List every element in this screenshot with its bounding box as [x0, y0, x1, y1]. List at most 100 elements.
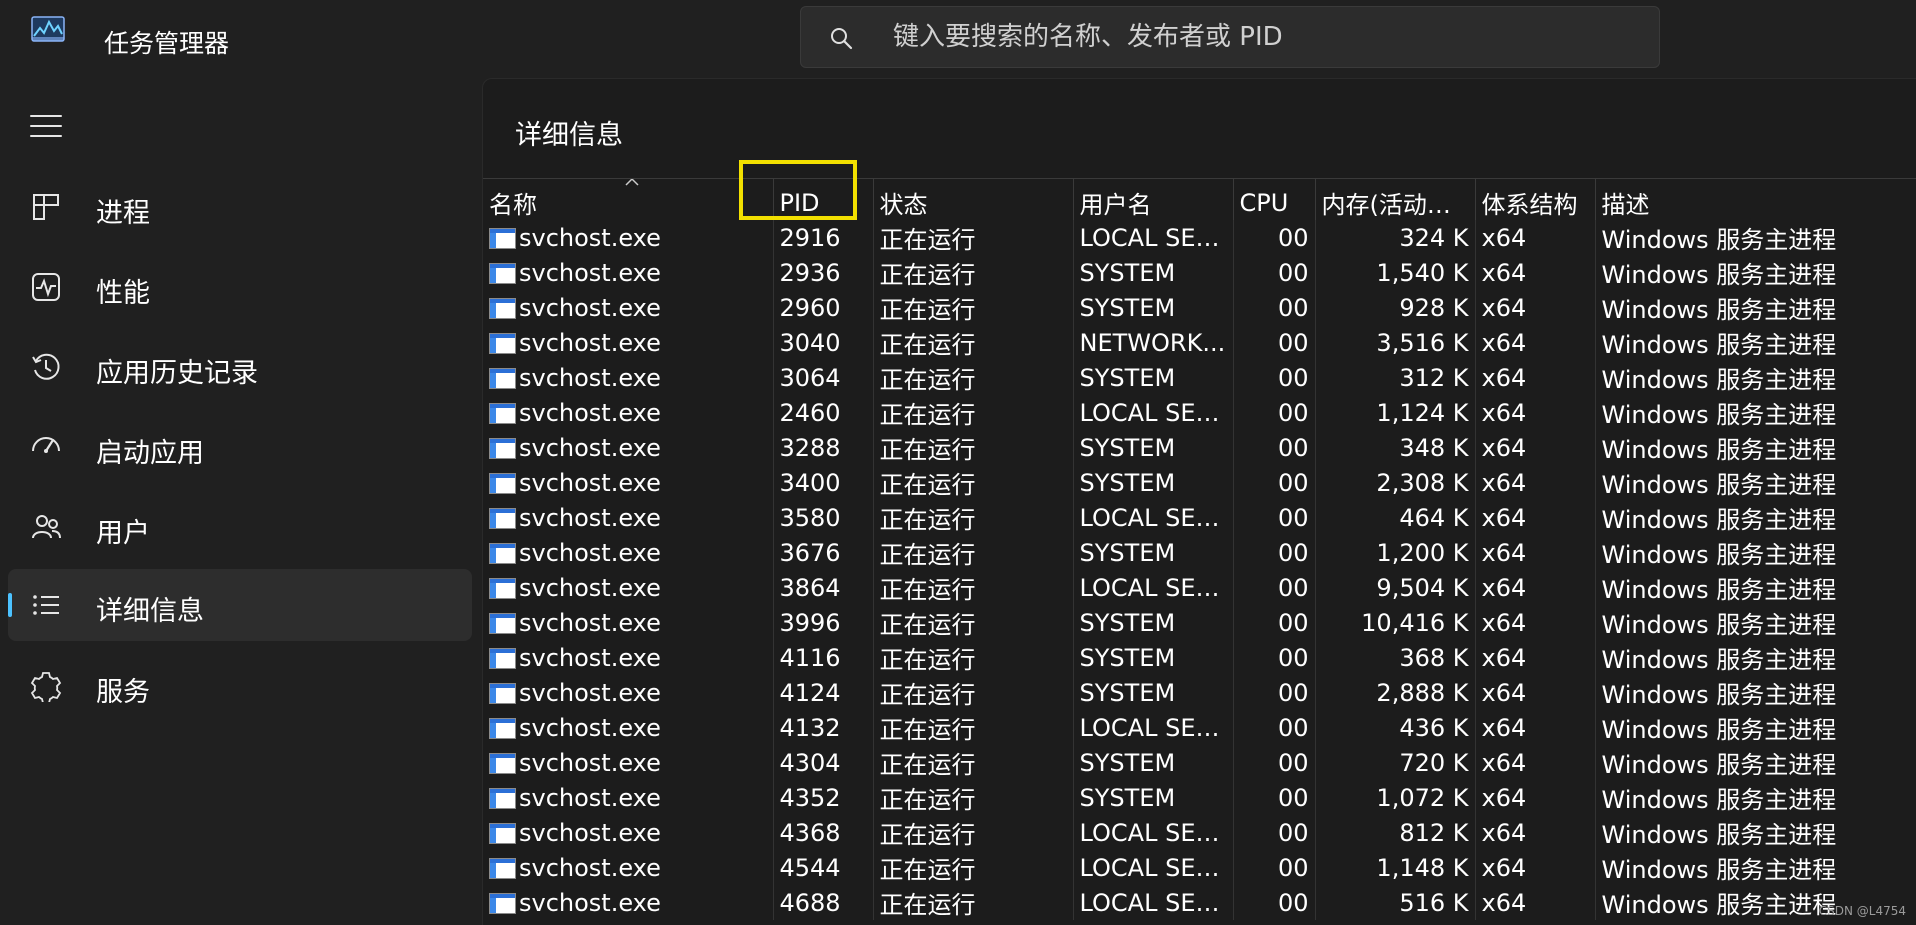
process-window-icon [489, 822, 516, 844]
column-header-pid[interactable]: PID [772, 178, 873, 220]
cell-description: Windows 服务主进程 [1594, 465, 1916, 500]
sidebar-item-services[interactable]: 服务 [8, 650, 472, 722]
table-row[interactable]: svchost.exe 2960 正在运行 SYSTEM 00 928 Kx64 Windo… [483, 290, 1916, 325]
column-header-cpu[interactable]: CPU [1232, 178, 1315, 220]
table-row[interactable]: svchost.exe 2916 正在运行 LOCAL SER... 00 324 Kx6… [483, 220, 1916, 255]
table-row[interactable]: svchost.exe 2460 正在运行 LOCAL SER... 00 1,124 K… [483, 395, 1916, 430]
process-window-icon [489, 717, 516, 739]
cell-cpu: 00 [1232, 535, 1315, 570]
cell-username: SYSTEM [1072, 360, 1233, 395]
column-header-status[interactable]: 状态 [872, 178, 1073, 220]
active-indicator [8, 593, 12, 617]
cell-description: Windows 服务主进程 [1594, 395, 1916, 430]
table-row[interactable]: svchost.exe 3040 正在运行 NETWORK... 00 3,516 Kx6… [483, 325, 1916, 360]
cell-architecture: x64 [1474, 220, 1595, 255]
cell-status: 正在运行 [872, 430, 1073, 465]
table-row[interactable]: svchost.exe 3288 正在运行 SYSTEM 00 348 Kx64 Windo… [483, 430, 1916, 465]
task-manager-icon [31, 16, 65, 42]
cell-memory: 2,308 K [1314, 465, 1475, 500]
sidebar-item-app-history[interactable]: 应用历史记录 [8, 331, 472, 403]
column-header-username[interactable]: 用户名 [1072, 178, 1233, 220]
cell-name: svchost.exe [483, 780, 773, 815]
cell-name: svchost.exe [483, 220, 773, 255]
title-bar: 任务管理器 [0, 0, 1916, 78]
table-row[interactable]: svchost.exe 3064 正在运行 SYSTEM 00 312 Kx64 Windo… [483, 360, 1916, 395]
sidebar-item-startup-apps[interactable]: 启动应用 [8, 411, 472, 483]
cell-status: 正在运行 [872, 780, 1073, 815]
table-row[interactable]: svchost.exe 4124 正在运行 SYSTEM 00 2,888 Kx64 Win… [483, 675, 1916, 710]
sidebar-item-label: 详细信息 [96, 596, 204, 627]
cell-cpu: 00 [1232, 710, 1315, 745]
cell-memory: 1,148 K [1314, 850, 1475, 885]
table-row[interactable]: svchost.exe 3580 正在运行 LOCAL SER... 00 464 Kx6… [483, 500, 1916, 535]
sidebar-item-processes[interactable]: 进程 [8, 171, 472, 243]
cell-pid: 4352 [772, 780, 873, 815]
column-header-description[interactable]: 描述 [1594, 178, 1916, 220]
search-input[interactable] [893, 17, 1633, 57]
cell-cpu: 00 [1232, 500, 1315, 535]
column-header-architecture[interactable]: 体系结构 [1474, 178, 1595, 220]
cell-status: 正在运行 [872, 815, 1073, 850]
cell-pid: 2936 [772, 255, 873, 290]
cell-pid: 2460 [772, 395, 873, 430]
table-row[interactable]: svchost.exe 3996 正在运行 SYSTEM 00 10,416 Kx64 Wi… [483, 605, 1916, 640]
process-name: svchost.exe [519, 818, 661, 847]
cell-name: svchost.exe [483, 570, 773, 605]
cell-description: Windows 服务主进程 [1594, 325, 1916, 360]
cell-cpu: 00 [1232, 255, 1315, 290]
cell-memory: 348 K [1314, 430, 1475, 465]
table-row[interactable]: svchost.exe 3864 正在运行 LOCAL SER... 00 9,504 K… [483, 570, 1916, 605]
cell-description: Windows 服务主进程 [1594, 710, 1916, 745]
table-row[interactable]: svchost.exe 4116 正在运行 SYSTEM 00 368 Kx64 Windo… [483, 640, 1916, 675]
sidebar-item-users[interactable]: 用户 [8, 491, 472, 563]
hamburger-menu-icon[interactable] [30, 113, 64, 139]
table-row[interactable]: svchost.exe 2936 正在运行 SYSTEM 00 1,540 Kx64 Win… [483, 255, 1916, 290]
performance-icon [32, 273, 60, 301]
table-row[interactable]: svchost.exe 4352 正在运行 SYSTEM 00 1,072 Kx64 Win… [483, 780, 1916, 815]
table-row[interactable]: svchost.exe 4132 正在运行 LOCAL SER... 00 436 Kx6… [483, 710, 1916, 745]
cell-cpu: 00 [1232, 780, 1315, 815]
process-window-icon [489, 367, 516, 389]
cell-pid: 2916 [772, 220, 873, 255]
table-header-row: 名称 PID 状态 用户名 CPU 内存(活动的... 体系结构 描述 [483, 178, 1916, 220]
cell-username: LOCAL SER... [1072, 395, 1233, 430]
table-row[interactable]: svchost.exe 4544 正在运行 LOCAL SER... 00 1,148 K… [483, 850, 1916, 885]
cell-cpu: 00 [1232, 850, 1315, 885]
process-name: svchost.exe [519, 748, 661, 777]
page-title: 详细信息 [515, 120, 623, 151]
column-header-name[interactable]: 名称 [483, 178, 773, 220]
cell-architecture: x64 [1474, 815, 1595, 850]
column-header-memory[interactable]: 内存(活动的... [1314, 178, 1475, 220]
app-title: 任务管理器 [104, 29, 230, 58]
cell-username: SYSTEM [1072, 780, 1233, 815]
cell-cpu: 00 [1232, 640, 1315, 675]
cell-cpu: 00 [1232, 745, 1315, 780]
cell-cpu: 00 [1232, 815, 1315, 850]
cell-description: Windows 服务主进程 [1594, 745, 1916, 780]
table-row[interactable]: svchost.exe 4368 正在运行 LOCAL SER... 00 812 Kx6… [483, 815, 1916, 850]
process-window-icon [489, 577, 516, 599]
cell-status: 正在运行 [872, 605, 1073, 640]
sidebar-item-label: 进程 [96, 198, 150, 229]
table-row[interactable]: svchost.exe 3400 正在运行 SYSTEM 00 2,308 Kx64 Win… [483, 465, 1916, 500]
sidebar-item-details[interactable]: 详细信息 [8, 569, 472, 641]
cell-cpu: 00 [1232, 675, 1315, 710]
cell-name: svchost.exe [483, 325, 773, 360]
table-row[interactable]: svchost.exe 4688 正在运行 LOCAL SER... 00 516 Kx6… [483, 885, 1916, 920]
cell-description: Windows 服务主进程 [1594, 500, 1916, 535]
process-name: svchost.exe [519, 468, 661, 497]
table-row[interactable]: svchost.exe 4304 正在运行 SYSTEM 00 720 Kx64 Windo… [483, 745, 1916, 780]
cell-memory: 516 K [1314, 885, 1475, 920]
cell-cpu: 00 [1232, 430, 1315, 465]
cell-memory: 464 K [1314, 500, 1475, 535]
table-row[interactable]: svchost.exe 3676 正在运行 SYSTEM 00 1,200 Kx64 Win… [483, 535, 1916, 570]
process-window-icon [489, 612, 516, 634]
cell-username: NETWORK... [1072, 325, 1233, 360]
cell-status: 正在运行 [872, 535, 1073, 570]
search-box[interactable] [800, 6, 1660, 68]
cell-pid: 4132 [772, 710, 873, 745]
process-window-icon [489, 647, 516, 669]
cell-name: svchost.exe [483, 815, 773, 850]
cell-username: SYSTEM [1072, 535, 1233, 570]
sidebar-item-performance[interactable]: 性能 [8, 251, 472, 323]
